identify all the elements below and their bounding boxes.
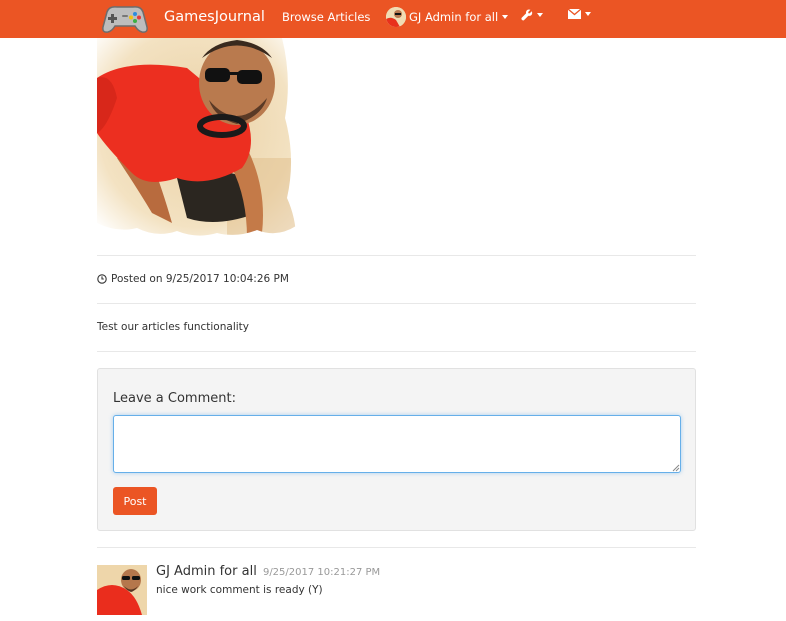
gamepad-icon[interactable] <box>99 0 151 36</box>
comment-form-label: Leave a Comment: <box>113 391 236 406</box>
divider <box>97 547 696 548</box>
resize-handle-icon[interactable] <box>671 463 680 472</box>
nav-tools-menu[interactable] <box>521 9 543 21</box>
chevron-down-icon <box>585 12 591 16</box>
comment-timestamp: 9/25/2017 10:21:27 PM <box>262 567 381 578</box>
comment-avatar <box>97 565 147 615</box>
nav-user-label: GJ Admin for all <box>409 10 499 24</box>
divider <box>97 351 696 352</box>
post-comment-button[interactable]: Post <box>113 487 157 515</box>
posted-text: Posted on 9/25/2017 10:04:26 PM <box>111 273 289 285</box>
divider <box>97 255 696 256</box>
wrench-icon <box>521 9 533 21</box>
envelope-icon <box>568 9 581 19</box>
comment-author: GJ Admin for all <box>156 564 257 579</box>
clock-icon <box>97 274 107 284</box>
top-navbar: GamesJournal Browse Articles GJ Admin fo… <box>0 0 786 38</box>
user-avatar <box>386 7 406 27</box>
article-image <box>97 38 296 239</box>
comment-textarea[interactable] <box>113 415 681 473</box>
nav-user-menu[interactable]: GJ Admin for all <box>386 6 509 28</box>
divider <box>97 303 696 304</box>
comment-header: GJ Admin for all 9/25/2017 10:21:27 PM <box>156 563 380 581</box>
brand-name[interactable]: GamesJournal <box>164 8 265 26</box>
chevron-down-icon <box>502 15 509 19</box>
nav-browse-articles[interactable]: Browse Articles <box>282 9 370 25</box>
comment-text: nice work comment is ready (Y) <box>156 584 323 596</box>
chevron-down-icon <box>537 13 543 17</box>
nav-mail-menu[interactable] <box>568 9 591 19</box>
posted-date: Posted on 9/25/2017 10:04:26 PM <box>97 272 289 286</box>
comment-form: Leave a Comment: Post <box>97 368 696 531</box>
article-body: Test our articles functionality <box>97 321 249 333</box>
